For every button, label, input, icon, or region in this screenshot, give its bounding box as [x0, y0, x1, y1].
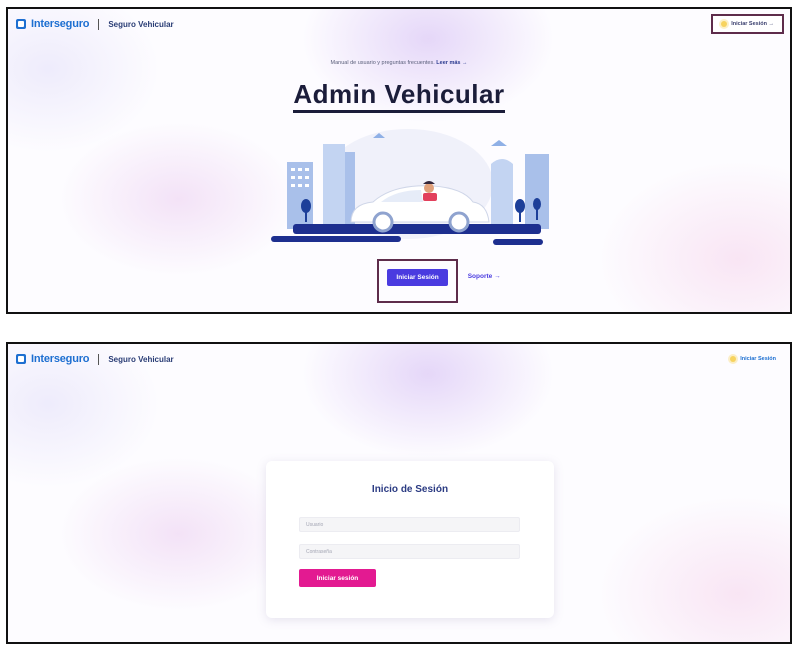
support-link[interactable]: Soporte → [468, 273, 501, 280]
page-title-text: Admin Vehicular [293, 79, 505, 113]
login-submit-button[interactable]: Iniciar sesión [299, 569, 376, 587]
brand-logo[interactable]: Interseguro Seguro Vehicular [16, 353, 174, 365]
sun-icon [730, 356, 737, 362]
header-login-button[interactable]: Iniciar Sesión [722, 349, 784, 369]
sun-icon [721, 21, 728, 27]
manual-link[interactable]: Leer más → [436, 60, 467, 66]
interseguro-logo-icon [16, 354, 26, 364]
hero-login-button[interactable]: Iniciar Sesión [387, 269, 448, 286]
username-input[interactable] [299, 517, 520, 532]
landing-screenshot: Interseguro Seguro Vehicular Iniciar Ses… [6, 7, 792, 314]
manual-text: Manual de usuario y preguntas frecuentes… [330, 60, 435, 66]
login-title: Inicio de Sesión [371, 484, 449, 495]
logo-divider [98, 353, 100, 365]
page-title: Admin Vehicular [8, 79, 790, 113]
header-login-button[interactable]: Iniciar Sesión → [711, 14, 784, 34]
product-name: Seguro Vehicular [108, 19, 174, 29]
login-screenshot: Interseguro Seguro Vehicular Iniciar Ses… [6, 342, 792, 644]
login-card: Inicio de Sesión Iniciar sesión [266, 461, 554, 618]
header-login-label: Iniciar Sesión [740, 356, 776, 362]
brand-name: Interseguro [31, 353, 90, 365]
brand-logo[interactable]: Interseguro Seguro Vehicular [16, 18, 174, 30]
header-login-label: Iniciar Sesión → [731, 21, 774, 27]
password-input[interactable] [299, 544, 520, 559]
cta-highlight: Iniciar Sesión [377, 259, 458, 303]
interseguro-logo-icon [16, 19, 26, 29]
hero-actions: Iniciar Sesión Soporte → [8, 259, 790, 303]
manual-banner: Manual de usuario y preguntas frecuentes… [8, 60, 790, 66]
product-name: Seguro Vehicular [108, 354, 174, 364]
logo-divider [98, 18, 100, 30]
city-car-illustration [271, 129, 549, 245]
brand-name: Interseguro [31, 18, 90, 30]
